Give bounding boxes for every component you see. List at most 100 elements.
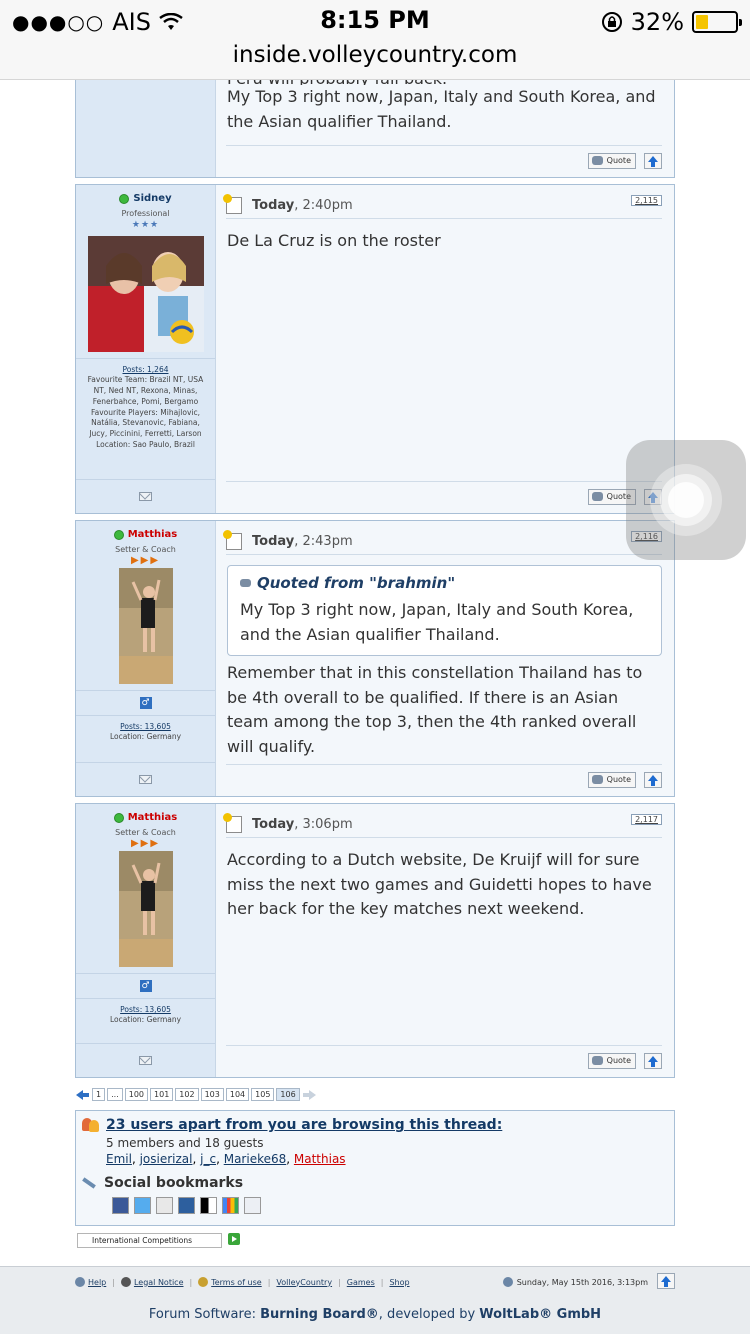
post-date: Today, 2:43pm bbox=[252, 534, 353, 549]
post-icon bbox=[223, 813, 242, 833]
browsing-user-list: Emil, josierizal, j_c, Marieke68, Matthi… bbox=[106, 1152, 346, 1166]
post-date: Today, 2:40pm bbox=[252, 198, 353, 213]
online-status-icon bbox=[119, 193, 130, 204]
username[interactable]: Matthias bbox=[113, 812, 177, 823]
private-message-icon[interactable] bbox=[139, 775, 152, 784]
rank-flags-icon: ▶▶▶ bbox=[130, 837, 161, 849]
scroll-top-icon[interactable] bbox=[644, 772, 662, 788]
facebook-icon[interactable] bbox=[112, 1197, 129, 1214]
user-post-count[interactable]: Posts: 1,264 bbox=[84, 365, 207, 376]
twitter-icon[interactable] bbox=[134, 1197, 151, 1214]
address-bar[interactable]: inside.volleycountry.com bbox=[0, 42, 750, 68]
footer-link-games[interactable]: Games bbox=[347, 1278, 375, 1287]
browsing-user[interactable]: j_c bbox=[200, 1152, 216, 1166]
post-header: Today, 2:43pm 2,116 bbox=[223, 529, 662, 555]
user-avatar[interactable] bbox=[118, 567, 173, 684]
post-sidebar: Matthias Setter & Coach ▶▶▶ ♂ Posts: 13, bbox=[76, 521, 216, 796]
browsing-user[interactable]: Matthias bbox=[294, 1152, 346, 1166]
bookmark-icon[interactable] bbox=[156, 1197, 173, 1214]
rotation-lock-icon bbox=[601, 12, 622, 32]
footer-link-volleycountry[interactable]: VolleyCountry bbox=[276, 1278, 332, 1287]
user-avatar[interactable] bbox=[118, 850, 173, 967]
forum-jump-select[interactable]: International Competitions bbox=[77, 1233, 222, 1248]
page-link[interactable]: 102 bbox=[175, 1088, 199, 1101]
post-number[interactable]: 2,115 bbox=[631, 195, 662, 206]
post-sidebar bbox=[76, 71, 216, 177]
user-details: Posts: 13,605 Location: Germany bbox=[76, 997, 215, 1033]
browsing-users-box: 23 users apart from you are browsing thi… bbox=[75, 1110, 675, 1226]
favourite-players: Favourite Players: Mihajlovic, Natália, … bbox=[89, 407, 202, 439]
post-text: De La Cruz is on the roster bbox=[227, 231, 441, 250]
user-info: Matthias Setter & Coach ▶▶▶ ♂ Posts: 13, bbox=[76, 521, 215, 749]
browsing-user[interactable]: Marieke68 bbox=[224, 1152, 287, 1166]
browsing-user[interactable]: Emil bbox=[106, 1152, 132, 1166]
page-link[interactable]: ... bbox=[107, 1088, 123, 1101]
assistive-touch-button[interactable] bbox=[626, 440, 746, 560]
user-post-count[interactable]: Posts: 13,605 bbox=[84, 722, 207, 733]
reddit-icon[interactable] bbox=[244, 1197, 261, 1214]
footer-link-help[interactable]: Help bbox=[75, 1277, 106, 1287]
footer-link-legal[interactable]: Legal Notice bbox=[120, 1277, 184, 1287]
private-message-icon[interactable] bbox=[139, 492, 152, 501]
page-link[interactable]: 101 bbox=[150, 1088, 174, 1101]
browser-status-bar: ●●●○○ AIS 8:15 PM 32% inside.volleycount… bbox=[0, 0, 750, 80]
post-footer: Quote bbox=[226, 1045, 662, 1071]
browsing-title[interactable]: 23 users apart from you are browsing thi… bbox=[82, 1117, 502, 1133]
pagination: 1 ... 100 101 102 103 104 105 106 bbox=[76, 1088, 316, 1101]
user-location: Location: Germany bbox=[109, 1015, 182, 1025]
post-text: According to a Dutch website, De Kruijf … bbox=[227, 850, 652, 918]
user-avatar[interactable] bbox=[87, 235, 204, 352]
quote-button[interactable]: Quote bbox=[587, 1053, 636, 1069]
username[interactable]: Sidney bbox=[119, 193, 172, 204]
credit-product-link[interactable]: Burning Board® bbox=[260, 1307, 379, 1322]
post-sidebar: Sidney Professional ★★★ Posts: 1,264 Fav… bbox=[76, 185, 216, 513]
user-details: Posts: 1,264 Favourite Team: Brazil NT, … bbox=[76, 359, 215, 457]
post-2115: Sidney Professional ★★★ Posts: 1,264 Fav… bbox=[75, 184, 675, 514]
footer-links: Help | Legal Notice | Terms of use | Vol… bbox=[75, 1277, 410, 1287]
credit-company-link[interactable]: WoltLab® GmbH bbox=[479, 1307, 601, 1322]
go-icon[interactable] bbox=[228, 1233, 240, 1245]
browsing-count: 5 members and 18 guests bbox=[106, 1136, 264, 1150]
scroll-top-icon[interactable] bbox=[644, 1053, 662, 1069]
google-icon[interactable] bbox=[222, 1197, 239, 1214]
quote-block: Quoted from "brahmin" My Top 3 right now… bbox=[227, 565, 662, 656]
user-rank: Setter & Coach bbox=[115, 827, 176, 837]
delicious-icon[interactable] bbox=[200, 1197, 217, 1214]
page-link[interactable]: 105 bbox=[251, 1088, 275, 1101]
previous-page-icon[interactable] bbox=[76, 1089, 90, 1101]
terms-icon bbox=[198, 1277, 209, 1287]
post-text: Remember that in this constellation Thai… bbox=[227, 663, 643, 756]
current-page: 106 bbox=[276, 1088, 300, 1101]
post-header: Today, 3:06pm 2,117 bbox=[223, 812, 662, 838]
post-sidebar: Matthias Setter & Coach ▶▶▶ ♂ Posts: 13, bbox=[76, 804, 216, 1077]
private-message-icon[interactable] bbox=[139, 1056, 152, 1065]
page-link[interactable]: 104 bbox=[225, 1088, 250, 1101]
user-info: Sidney Professional ★★★ Posts: 1,264 Fav… bbox=[76, 185, 215, 457]
post-body: Peru will probably fall back. My Top 3 r… bbox=[216, 69, 674, 177]
user-post-count[interactable]: Posts: 13,605 bbox=[84, 1005, 207, 1016]
online-status-icon bbox=[113, 812, 124, 823]
quote-text: My Top 3 right now, Japan, Italy and Sou… bbox=[240, 600, 634, 644]
page-link[interactable]: 100 bbox=[124, 1088, 149, 1101]
battery-icon bbox=[692, 11, 742, 33]
footer-credit: Forum Software: Burning Board®, develope… bbox=[148, 1307, 602, 1322]
post-number[interactable]: 2,117 bbox=[631, 814, 662, 825]
post-header: Today, 2:40pm 2,115 bbox=[223, 193, 662, 219]
page-link[interactable]: 1 bbox=[92, 1088, 106, 1101]
male-icon: ♂ bbox=[139, 696, 152, 709]
next-page-icon bbox=[302, 1089, 316, 1101]
browsing-user[interactable]: josierizal bbox=[140, 1152, 193, 1166]
digg-icon[interactable] bbox=[178, 1197, 195, 1214]
favourite-team: Favourite Team: Brazil NT, USA NT, Ned N… bbox=[87, 375, 204, 406]
quote-button[interactable]: Quote bbox=[587, 153, 636, 169]
footer-date: Sunday, May 15th 2016, 3:13pm bbox=[502, 1277, 648, 1287]
page-link[interactable]: 103 bbox=[200, 1088, 224, 1101]
footer-link-shop[interactable]: Shop bbox=[389, 1278, 409, 1287]
scroll-top-icon[interactable] bbox=[657, 1273, 675, 1289]
pencil-icon bbox=[82, 1177, 96, 1189]
scroll-top-icon[interactable] bbox=[644, 153, 662, 169]
rank-stars-icon: ★★★ bbox=[131, 219, 160, 230]
username[interactable]: Matthias bbox=[113, 529, 177, 540]
quote-button[interactable]: Quote bbox=[587, 772, 636, 788]
footer-link-terms[interactable]: Terms of use bbox=[198, 1277, 262, 1287]
